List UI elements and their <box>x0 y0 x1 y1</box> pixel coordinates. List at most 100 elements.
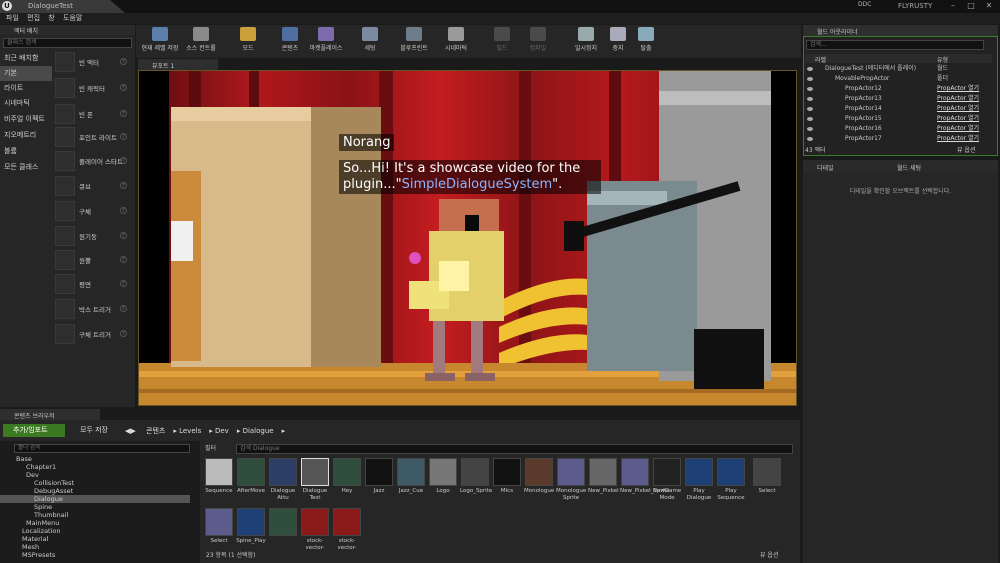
help-icon[interactable]: ? <box>120 280 127 287</box>
folder-item[interactable]: Mesh <box>0 543 190 551</box>
breadcrumb-item[interactable]: Levels <box>179 427 201 435</box>
outliner-view-options[interactable]: 뷰 옵션 <box>957 145 975 154</box>
build-button[interactable]: 빌드 <box>482 27 522 57</box>
asset-tile[interactable]: Logo_Sprite <box>460 458 492 506</box>
column-type[interactable]: 유형 <box>937 55 948 64</box>
help-icon[interactable]: ? <box>120 330 127 337</box>
nav-back-icon[interactable]: ◀▶ <box>125 427 136 435</box>
close-icon[interactable]: ✕ <box>980 0 998 12</box>
cinematics-button[interactable]: 시네마틱 <box>436 27 476 57</box>
actor-empty-character[interactable]: 빈 캐릭터? <box>53 76 135 100</box>
help-icon[interactable]: ? <box>120 157 127 164</box>
category-visual-effects[interactable]: 비주얼 이펙트 <box>0 112 52 127</box>
compile-button[interactable]: 컴파일 <box>518 27 558 57</box>
visibility-eye-icon[interactable] <box>807 67 813 71</box>
folder-item[interactable]: Thumbnail <box>0 511 190 519</box>
asset-tile[interactable]: Jazz <box>364 458 394 506</box>
filter-button[interactable]: 필터 <box>205 444 235 454</box>
marketplace-button[interactable]: 마켓플레이스 <box>306 27 346 57</box>
world-outliner-tab[interactable]: 월드 아웃라이너 <box>803 25 998 36</box>
actor-player-start[interactable]: 플레이어 스타트? <box>53 149 135 173</box>
tab-details[interactable]: 디테일 <box>817 163 834 172</box>
help-icon[interactable]: ? <box>120 232 127 239</box>
visibility-eye-icon[interactable] <box>807 87 813 91</box>
add-import-button[interactable]: 추가/임포트 <box>3 424 65 437</box>
row-type-link[interactable]: PropActor 열기 <box>937 104 979 114</box>
blueprints-button[interactable]: 블루프린트 <box>394 27 434 57</box>
asset-tile-selected[interactable]: Dialogue Test <box>300 458 330 506</box>
category-all-classes[interactable]: 모든 클래스 <box>0 160 52 175</box>
asset-tile[interactable]: Jazz_Cue <box>396 458 426 506</box>
visibility-eye-icon[interactable] <box>807 77 813 81</box>
asset-tile[interactable]: New_Pixkel <box>588 458 619 506</box>
help-icon[interactable]: ? <box>120 207 127 214</box>
asset-tile[interactable]: Monologue Sprite <box>556 458 586 506</box>
save-all-button[interactable]: 모두 저장 <box>68 424 116 437</box>
asset-tile[interactable]: Dialogue Attu <box>268 458 298 506</box>
save-current-level-button[interactable]: 현재 레벨 저장 <box>140 27 180 57</box>
folder-item[interactable]: Chapter1 <box>0 463 190 471</box>
help-icon[interactable]: ? <box>120 182 127 189</box>
visibility-eye-icon[interactable] <box>807 127 813 131</box>
maximize-icon[interactable]: □ <box>962 0 980 12</box>
outliner-row[interactable]: PropActor15 PropActor 열기 <box>805 114 992 124</box>
outliner-row[interactable]: PropActor14 PropActor 열기 <box>805 104 992 114</box>
asset-tile[interactable]: Hey <box>332 458 362 506</box>
help-icon[interactable]: ? <box>120 84 127 91</box>
outliner-row[interactable]: PropActor16 PropActor 열기 <box>805 124 992 134</box>
ddc-indicator[interactable]: DDC <box>858 1 871 8</box>
eject-button[interactable]: 탈출 <box>626 27 666 57</box>
visibility-eye-icon[interactable] <box>807 97 813 101</box>
asset-tile[interactable]: NewGame Mode <box>652 458 682 506</box>
actor-cone[interactable]: 원뿔? <box>53 248 135 272</box>
actor-plane[interactable]: 평면? <box>53 272 135 296</box>
outliner-row[interactable]: PropActor13 PropActor 열기 <box>805 94 992 104</box>
visibility-eye-icon[interactable] <box>807 117 813 121</box>
category-basic[interactable]: 기본 <box>0 66 52 81</box>
category-recent[interactable]: 최근 배치함 <box>0 51 52 66</box>
breadcrumb-item[interactable]: 콘텐츠 <box>146 427 165 435</box>
outliner-row[interactable]: DialogueTest (에디터에서 플레이) 월드 <box>805 64 992 74</box>
tab-world-settings[interactable]: 월드 세팅 <box>897 163 921 172</box>
asset-tile[interactable]: Play Dialogue <box>684 458 714 506</box>
asset-tile[interactable]: stock-vector- <box>332 508 362 551</box>
folder-item[interactable]: Localization <box>0 527 190 535</box>
category-volumes[interactable]: 볼륨 <box>0 144 52 159</box>
help-icon[interactable]: ? <box>120 305 127 312</box>
row-type-link[interactable]: PropActor 열기 <box>937 114 979 124</box>
help-icon[interactable]: ? <box>120 256 127 263</box>
help-icon[interactable]: ? <box>120 58 127 65</box>
folder-item[interactable]: CollisionTest <box>0 479 190 487</box>
asset-tile[interactable]: Sequence <box>204 458 234 506</box>
asset-tile[interactable]: Play Sequence <box>716 458 746 506</box>
source-control-button[interactable]: 소스 컨트롤 <box>181 27 221 57</box>
help-icon[interactable]: ? <box>120 133 127 140</box>
modes-button[interactable]: 모드 <box>228 27 268 57</box>
folder-item[interactable]: MSPresets <box>0 551 190 559</box>
outliner-search-input[interactable]: 검색... <box>806 40 984 50</box>
asset-tile[interactable]: stock-vector- <box>300 508 330 551</box>
class-search-input[interactable]: 클래스 검색 <box>3 38 132 48</box>
settings-button[interactable]: 세팅 <box>350 27 390 57</box>
outliner-row[interactable]: PropActor12 PropActor 열기 <box>805 84 992 94</box>
help-icon[interactable]: ? <box>120 110 127 117</box>
asset-tile[interactable]: New_Pixkel_Sprite <box>620 458 670 506</box>
visibility-eye-icon[interactable] <box>807 137 813 141</box>
asset-tile[interactable]: Mics <box>492 458 522 506</box>
asset-tile[interactable]: Logo <box>428 458 458 506</box>
actor-sphere[interactable]: 구체? <box>53 199 135 223</box>
viewport-tab[interactable]: 뷰포트 1 <box>138 59 218 70</box>
row-type-link[interactable]: PropActor 열기 <box>937 124 979 134</box>
visibility-eye-icon[interactable] <box>807 107 813 111</box>
content-button[interactable]: 콘텐츠 <box>270 27 310 57</box>
outliner-row[interactable]: PropActor17 PropActor 열기 <box>805 134 992 143</box>
asset-tile[interactable]: Select <box>752 458 782 506</box>
menu-help[interactable]: 도움말 <box>63 13 82 24</box>
folder-item[interactable]: Material <box>0 535 190 543</box>
menu-edit[interactable]: 편집 <box>27 13 40 24</box>
folder-item[interactable]: MainMenu <box>0 519 190 527</box>
asset-tile[interactable]: Select <box>204 508 234 544</box>
folder-search-input[interactable]: 폴더 검색 <box>14 444 190 453</box>
actor-cylinder[interactable]: 원기둥? <box>53 224 135 248</box>
folder-item-selected[interactable]: Dialogue <box>0 495 190 503</box>
